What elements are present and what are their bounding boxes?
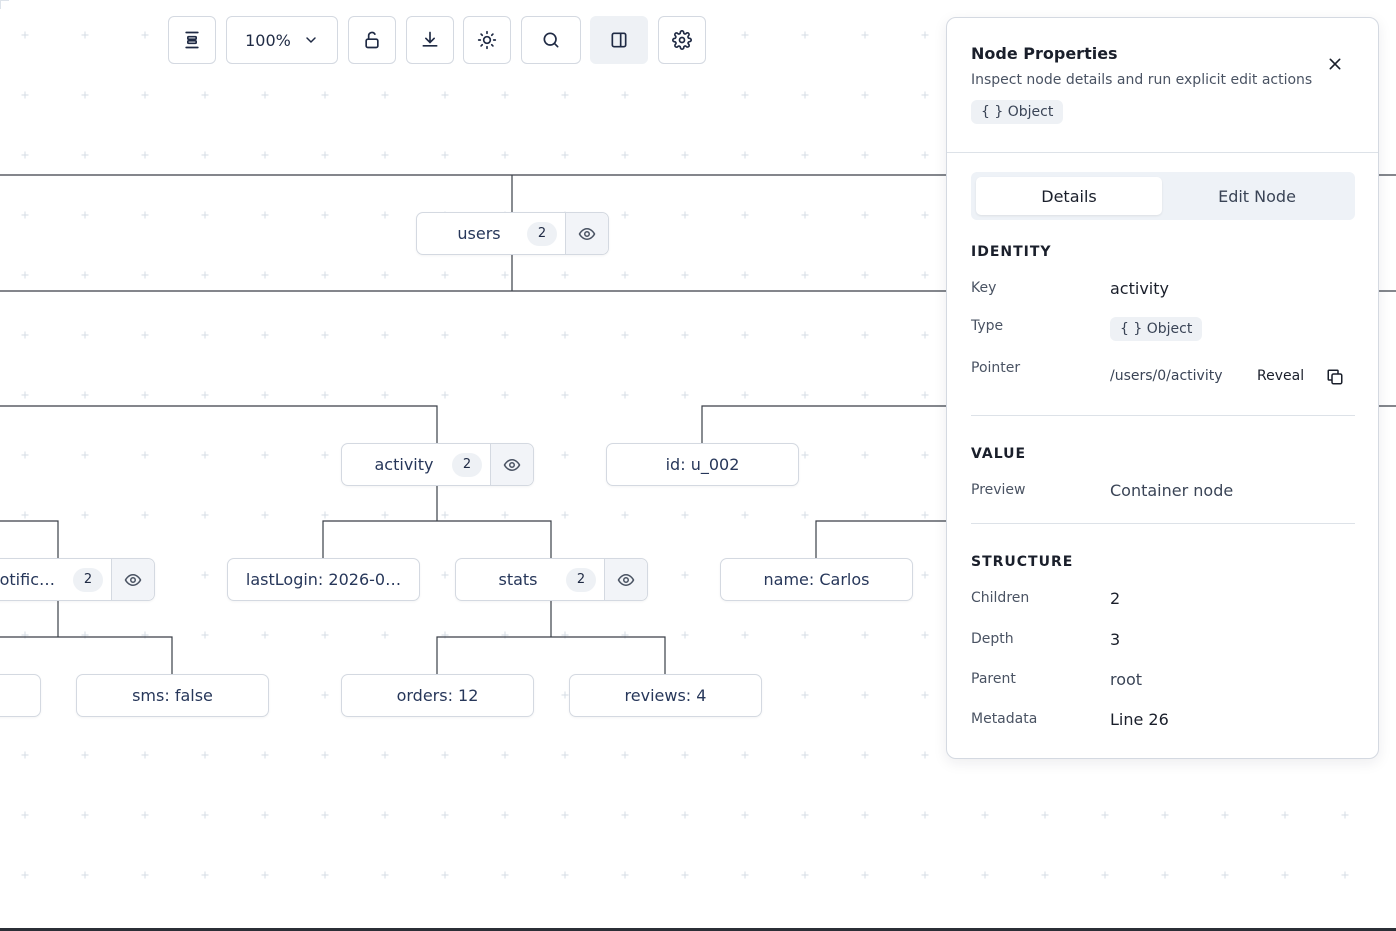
type-badge: { } Object <box>971 100 1064 124</box>
children-value: 2 <box>1110 589 1121 608</box>
node-id[interactable]: id: u_002 <box>606 443 799 486</box>
node-users[interactable]: users 2 <box>416 212 609 255</box>
copy-icon <box>1327 369 1343 385</box>
child-count-badge: 2 <box>73 567 103 592</box>
edge-to-notifications <box>0 520 59 558</box>
node-reviews[interactable]: reviews: 4 <box>569 674 762 717</box>
metadata-value: Line 26 <box>1110 710 1169 729</box>
child-count-badge: 2 <box>566 567 596 592</box>
panel-toggle-button[interactable] <box>590 16 648 64</box>
lock-toggle-button[interactable] <box>348 16 396 64</box>
reveal-button[interactable]: Reveal <box>1257 368 1304 384</box>
tab-edit-node[interactable]: Edit Node <box>1164 177 1350 215</box>
node-label: otific… <box>0 570 55 589</box>
node-label: orders: 12 <box>396 686 479 705</box>
child-count-badge: 2 <box>527 221 557 246</box>
theme-toggle-button[interactable] <box>463 16 511 64</box>
parent-value: root <box>1110 670 1143 689</box>
chevron-down-icon <box>306 37 316 44</box>
node-label: name: Carlos <box>763 570 870 589</box>
parent-label: Parent <box>971 671 1016 687</box>
section-divider <box>971 415 1355 416</box>
edge-activity-children <box>322 485 552 558</box>
key-label: Key <box>971 280 997 296</box>
close-button[interactable] <box>1323 52 1347 76</box>
key-value: activity <box>1110 279 1169 298</box>
edge-right-stub <box>1379 174 1396 292</box>
identity-heading: IDENTITY <box>971 244 1052 260</box>
gear-icon <box>672 30 692 50</box>
edge-stats-children <box>436 600 666 674</box>
panel-tabs: Details Edit Node <box>971 172 1355 220</box>
node-lastlogin[interactable]: lastLogin: 2026-0… <box>227 558 420 601</box>
panel-toggle-icon <box>611 32 627 48</box>
node-activity[interactable]: activity 2 <box>341 443 534 486</box>
node-orders[interactable]: orders: 12 <box>341 674 534 717</box>
node-label: activity <box>374 455 434 474</box>
zoom-level: 100% <box>245 30 291 50</box>
search-icon <box>543 32 559 48</box>
zoom-select[interactable]: 100% <box>226 16 338 64</box>
value-heading: VALUE <box>971 446 1027 462</box>
pointer-value: /users/0/activity <box>1110 368 1223 384</box>
metadata-label: Metadata <box>971 711 1038 727</box>
edge-to-activity <box>0 405 438 443</box>
node-label: users <box>457 224 501 243</box>
eye-icon[interactable] <box>490 444 533 485</box>
node-label: sms: false <box>132 686 213 705</box>
tab-details[interactable]: Details <box>976 177 1162 215</box>
pointer-label: Pointer <box>971 360 1021 376</box>
search-button[interactable] <box>521 16 581 64</box>
eye-icon[interactable] <box>565 213 608 254</box>
node-label: lastLogin: 2026-0… <box>245 570 402 589</box>
node-label: reviews: 4 <box>624 686 707 705</box>
copy-button[interactable] <box>1324 366 1346 388</box>
node-label: stats <box>498 570 538 589</box>
eye-icon[interactable] <box>111 559 154 600</box>
child-count-badge: 2 <box>452 452 482 477</box>
type-label: Type <box>971 318 1004 334</box>
node-stats[interactable]: stats 2 <box>455 558 648 601</box>
depth-value: 3 <box>1110 630 1121 649</box>
panel-subtitle: Inspect node details and run explicit ed… <box>971 72 1313 88</box>
close-icon <box>1329 58 1341 70</box>
depth-label: Depth <box>971 631 1014 647</box>
node-properties-panel: Node Properties Inspect node details and… <box>946 17 1379 759</box>
children-label: Children <box>971 590 1030 606</box>
preview-label: Preview <box>971 482 1026 498</box>
panel-title: Node Properties <box>971 44 1118 63</box>
node-label: id: u_002 <box>665 455 740 474</box>
panel-divider <box>947 152 1378 153</box>
type-value-badge: { } Object <box>1110 317 1203 341</box>
download-icon <box>422 31 438 47</box>
node-partial-left[interactable] <box>0 674 41 717</box>
unlock-icon <box>365 31 379 49</box>
edge-to-name <box>815 520 946 558</box>
node-name[interactable]: name: Carlos <box>720 558 913 601</box>
edge-root-users <box>0 174 946 212</box>
align-center-icon <box>185 31 199 49</box>
center-layout-button[interactable] <box>168 16 216 64</box>
sun-icon <box>477 30 497 50</box>
download-button[interactable] <box>406 16 454 64</box>
edge-notifications-children <box>0 600 173 674</box>
edge-users-children <box>0 254 946 292</box>
structure-heading: STRUCTURE <box>971 554 1074 570</box>
section-divider <box>971 523 1355 524</box>
settings-button[interactable] <box>658 16 706 64</box>
eye-icon[interactable] <box>604 559 647 600</box>
node-notifications[interactable]: otific… 2 <box>0 558 155 601</box>
preview-value: Container node <box>1110 481 1234 500</box>
node-sms[interactable]: sms: false <box>76 674 269 717</box>
